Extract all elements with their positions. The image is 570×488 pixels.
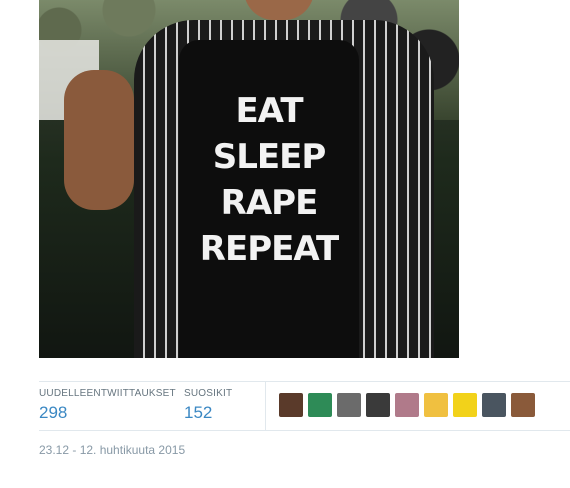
shirt-line: SLEEP bbox=[212, 137, 327, 177]
favorites-label: SUOSIKIT bbox=[184, 388, 233, 399]
avatar-4[interactable] bbox=[366, 393, 390, 417]
shirt-line: REPEAT bbox=[199, 229, 339, 269]
raised-arm bbox=[64, 70, 134, 210]
retweets-label: UUDELLEENTWIITTAUKSET bbox=[39, 388, 176, 399]
avatar-7[interactable] bbox=[453, 393, 477, 417]
favorites-count[interactable]: 152 bbox=[184, 403, 232, 423]
avatar-1[interactable] bbox=[279, 393, 303, 417]
shirt-text: EAT SLEEP RAPE REPEAT bbox=[184, 88, 354, 272]
avatar-2[interactable] bbox=[308, 393, 332, 417]
retweets-count[interactable]: 298 bbox=[39, 403, 176, 423]
avatar-3[interactable] bbox=[337, 393, 361, 417]
stats-divider bbox=[265, 382, 266, 430]
tweet-timestamp: 23.12 - 12. huhtikuuta 2015 bbox=[39, 443, 186, 457]
avatar-8[interactable] bbox=[482, 393, 506, 417]
tweet-stats: UUDELLEENTWIITTAUKSET 298 SUOSIKIT 152 bbox=[39, 381, 570, 431]
favorites-stat[interactable]: SUOSIKIT 152 bbox=[184, 388, 232, 423]
avatar-6[interactable] bbox=[424, 393, 448, 417]
shirt-line: RAPE bbox=[220, 183, 319, 223]
favoriter-avatars bbox=[279, 393, 535, 417]
tweet-photo[interactable]: EAT SLEEP RAPE REPEAT bbox=[39, 0, 459, 358]
avatar-9[interactable] bbox=[511, 393, 535, 417]
avatar-5[interactable] bbox=[395, 393, 419, 417]
shirt-line: EAT bbox=[235, 91, 303, 131]
retweets-stat[interactable]: UUDELLEENTWIITTAUKSET 298 bbox=[39, 388, 176, 423]
tweet-detail: EAT SLEEP RAPE REPEAT UUDELLEENTWIITTAUK… bbox=[0, 0, 570, 488]
